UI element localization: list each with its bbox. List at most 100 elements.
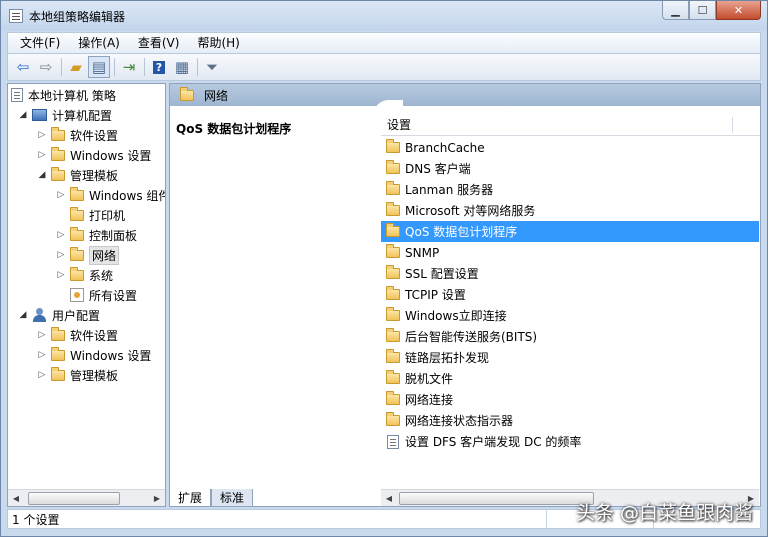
list-item[interactable]: 网络连接: [381, 389, 759, 410]
up-folder-icon[interactable]: ▰: [65, 56, 87, 78]
user-icon: [32, 308, 47, 322]
tree-node-all-settings[interactable]: 所有设置: [70, 285, 137, 305]
list-item[interactable]: Microsoft 对等网络服务: [381, 200, 759, 221]
collapsed-arrow-icon[interactable]: ▷: [56, 230, 66, 240]
back-icon[interactable]: ⇦: [12, 56, 34, 78]
collapsed-arrow-icon[interactable]: ▷: [56, 250, 66, 260]
maximize-button[interactable]: ☐: [689, 1, 716, 20]
main-window: 本地组策略编辑器 ▁ ☐ ✕ 文件(F) 操作(A) 查看(V) 帮助(H) ⇦…: [0, 0, 768, 537]
folder-icon: [386, 349, 400, 363]
folder-icon: [386, 139, 400, 153]
scroll-left-arrow-icon[interactable]: ◀: [381, 490, 397, 506]
list-item[interactable]: BranchCache: [381, 137, 759, 158]
tree-node-network[interactable]: ▷ 网络: [56, 245, 120, 265]
scrollbar-thumb[interactable]: [28, 492, 120, 505]
list-item[interactable]: Lanman 服务器: [381, 179, 759, 200]
folder-icon: [180, 86, 194, 101]
tree-node-computer-config[interactable]: ◢ 计算机配置: [18, 105, 112, 125]
folder-icon: [51, 166, 65, 181]
folder-icon: [386, 286, 400, 300]
close-button[interactable]: ✕: [716, 1, 761, 20]
menu-view[interactable]: 查看(V): [132, 34, 186, 53]
export-list-icon[interactable]: ⇥: [118, 56, 140, 78]
folder-icon: [386, 328, 400, 342]
folder-icon: [70, 206, 84, 221]
tree-label: 用户配置: [52, 308, 101, 323]
column-header-label: 设置: [387, 118, 412, 132]
tree-node-uc-software[interactable]: ▷ 软件设置: [37, 325, 118, 345]
list-item-policy-setting[interactable]: 设置 DFS 客户端发现 DC 的频率: [381, 431, 759, 452]
scroll-right-arrow-icon[interactable]: ▶: [149, 490, 165, 506]
list-item[interactable]: 后台智能传送服务(BITS): [381, 326, 759, 347]
window-title: 本地组策略编辑器: [29, 10, 126, 24]
description-title: QoS 数据包计划程序: [176, 122, 292, 136]
tree-label: 本地计算机 策略: [28, 88, 116, 103]
list-item[interactable]: SSL 配置设置: [381, 263, 759, 284]
status-text: 1 个设置: [12, 512, 60, 527]
show-hide-tree-icon[interactable]: ▤: [88, 56, 110, 78]
filter-icon[interactable]: ⏷: [201, 56, 223, 78]
tab-extended[interactable]: 扩展: [169, 489, 212, 507]
folder-icon: [70, 246, 84, 261]
folder-icon: [386, 307, 400, 321]
folder-icon: [70, 186, 84, 201]
menu-help[interactable]: 帮助(H): [191, 34, 245, 53]
all-settings-icon: [70, 288, 84, 302]
menu-file[interactable]: 文件(F): [14, 34, 66, 53]
scroll-left-arrow-icon[interactable]: ◀: [8, 490, 24, 506]
folder-icon: [386, 412, 400, 426]
tree-label: 控制面板: [89, 228, 138, 243]
folder-icon: [51, 126, 65, 141]
folder-icon: [386, 160, 400, 174]
list-item[interactable]: DNS 客户端: [381, 158, 759, 179]
tree-label: Windows 设置: [70, 148, 152, 163]
folder-icon: [386, 223, 400, 237]
tree-horizontal-scrollbar[interactable]: ◀ ▶: [8, 489, 165, 506]
tree-label: 网络: [89, 245, 120, 265]
list-item[interactable]: TCPIP 设置: [381, 284, 759, 305]
list-item[interactable]: Windows立即连接: [381, 305, 759, 326]
collapsed-arrow-icon[interactable]: ▷: [37, 370, 47, 380]
tree-node-system[interactable]: ▷ 系统: [56, 265, 113, 285]
list-item[interactable]: SNMP: [381, 242, 759, 263]
menu-action[interactable]: 操作(A): [72, 34, 126, 53]
column-header-setting[interactable]: 设置: [381, 114, 760, 136]
tree-node-root[interactable]: 本地计算机 策略: [11, 85, 116, 105]
scrollbar-thumb[interactable]: [399, 492, 594, 505]
tree-node-printer[interactable]: 打印机: [70, 205, 125, 225]
collapsed-arrow-icon[interactable]: ▷: [37, 150, 47, 160]
tree-node-control-panel[interactable]: ▷ 控制面板: [56, 225, 137, 245]
list-item[interactable]: 网络连接状态指示器: [381, 410, 759, 431]
list-item-selected[interactable]: QoS 数据包计划程序: [381, 221, 759, 242]
tree-node-windows-components[interactable]: ▷ Windows 组件: [56, 185, 165, 205]
properties-icon[interactable]: ▦: [171, 56, 193, 78]
expanded-arrow-icon[interactable]: ◢: [18, 310, 28, 320]
tree-label: 计算机配置: [52, 108, 113, 123]
expanded-arrow-icon[interactable]: ◢: [37, 170, 47, 180]
folder-icon: [51, 326, 65, 341]
tree-node-cc-admin[interactable]: ◢ 管理模板: [37, 165, 118, 185]
tree-node-cc-windows[interactable]: ▷ Windows 设置: [37, 145, 151, 165]
tree-node-uc-admin[interactable]: ▷ 管理模板: [37, 365, 118, 385]
expanded-arrow-icon[interactable]: ◢: [18, 110, 28, 120]
view-tabs: 扩展 标准: [169, 488, 254, 507]
folder-icon: [386, 181, 400, 195]
folder-icon: [70, 266, 84, 281]
collapsed-arrow-icon[interactable]: ▷: [56, 270, 66, 280]
tree-node-cc-software[interactable]: ▷ 软件设置: [37, 125, 118, 145]
title-bar: 本地组策略编辑器 ▁ ☐ ✕: [1, 1, 767, 31]
tree-label: 打印机: [89, 208, 126, 223]
collapsed-arrow-icon[interactable]: ▷: [37, 330, 47, 340]
list-item[interactable]: 链路层拓扑发现: [381, 347, 759, 368]
tree-node-uc-windows[interactable]: ▷ Windows 设置: [37, 345, 151, 365]
help-icon[interactable]: ?: [148, 56, 170, 78]
tree-label: Windows 设置: [70, 348, 152, 363]
tree-node-user-config[interactable]: ◢ 用户配置: [18, 305, 100, 325]
minimize-button[interactable]: ▁: [662, 1, 689, 20]
list-item[interactable]: 脱机文件: [381, 368, 759, 389]
forward-icon[interactable]: ⇨: [35, 56, 57, 78]
tab-standard[interactable]: 标准: [211, 489, 254, 507]
collapsed-arrow-icon[interactable]: ▷: [37, 130, 47, 140]
collapsed-arrow-icon[interactable]: ▷: [37, 350, 47, 360]
collapsed-arrow-icon[interactable]: ▷: [56, 190, 66, 200]
